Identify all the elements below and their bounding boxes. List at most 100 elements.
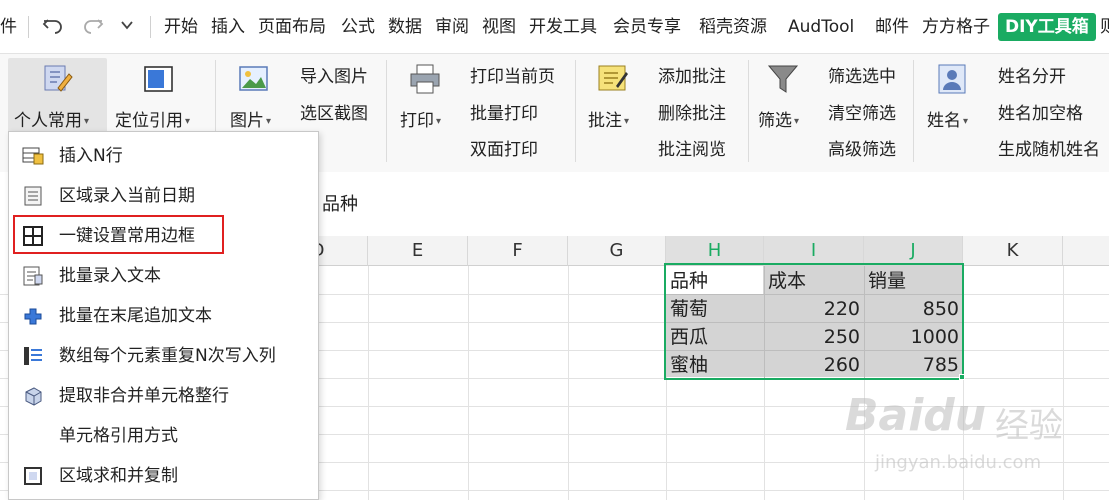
tab-home[interactable]: 开始 (164, 15, 198, 39)
comment-label: 批注 (588, 111, 622, 131)
tab-mail[interactable]: 邮件 (875, 15, 909, 39)
menu-item-extract-rows[interactable]: 提取非合并单元格整行 (9, 376, 318, 416)
add-comment-button[interactable]: 添加批注 (658, 66, 726, 88)
plus-icon (22, 306, 44, 326)
menu-item-set-borders[interactable]: 一键设置常用边框 (9, 215, 318, 256)
column-header-k[interactable]: K (963, 236, 1063, 266)
column-line (468, 266, 469, 500)
personal-common-dropdown: 插入N行 区域录入当前日期 一键设置常用边框 批量录入文本 批量在末尾追加文本 … (8, 131, 319, 500)
menu-item-label: 批量录入文本 (59, 266, 161, 286)
split-name-button[interactable]: 姓名分开 (998, 66, 1066, 88)
menu-item-repeat-to-column[interactable]: 数组每个元素重复N次写入列 (9, 336, 318, 376)
caret-down-icon: ▾ (963, 115, 969, 127)
print-label: 打印 (400, 111, 434, 131)
cube-icon (22, 386, 44, 406)
redo-icon[interactable] (82, 14, 104, 41)
menu-item-batch-enter-text[interactable]: 批量录入文本 (9, 256, 318, 296)
selection-border (664, 263, 964, 380)
calendar-sheet-icon (22, 186, 44, 206)
menu-item-insert-n-rows[interactable]: 插入N行 (9, 136, 318, 176)
print-current-page-button[interactable]: 打印当前页 (470, 66, 555, 88)
column-header-g[interactable]: G (568, 236, 666, 266)
text-input-icon (22, 266, 44, 286)
personal-common-button[interactable]: 个人常用 ▾ (8, 60, 107, 138)
border-grid-icon (22, 226, 44, 246)
tab-developer[interactable]: 开发工具 (529, 15, 597, 39)
tab-docer[interactable]: 稻壳资源 (699, 15, 767, 39)
printer-icon (408, 62, 442, 96)
menu-item-append-text[interactable]: 批量在末尾追加文本 (9, 296, 318, 336)
comment-button[interactable]: 批注 ▾ (582, 60, 644, 138)
column-header-e[interactable]: E (368, 236, 468, 266)
menu-item-cell-reference-mode[interactable]: 单元格引用方式 (9, 416, 318, 456)
tab-data[interactable]: 数据 (388, 15, 422, 39)
insert-rows-icon (22, 146, 44, 166)
menu-item-label: 数组每个元素重复N次写入列 (59, 346, 276, 366)
tab-audtool[interactable]: AudTool (788, 15, 854, 39)
filter-button[interactable]: 筛选 ▾ (752, 60, 814, 138)
caret-down-icon: ▾ (624, 115, 630, 127)
tab-member[interactable]: 会员专享 (613, 15, 681, 39)
selection-screenshot-button[interactable]: 选区截图 (300, 103, 368, 125)
name-add-space-button[interactable]: 姓名加空格 (998, 103, 1083, 125)
menu-item-label: 一键设置常用边框 (59, 226, 195, 246)
delete-comment-button[interactable]: 删除批注 (658, 103, 726, 125)
menu-item-enter-current-date[interactable]: 区域录入当前日期 (9, 176, 318, 216)
caret-down-icon: ▾ (84, 115, 90, 127)
edit-note-icon (40, 62, 74, 96)
funnel-icon (766, 62, 800, 96)
undo-icon[interactable] (42, 14, 64, 41)
tab-formulas[interactable]: 公式 (341, 15, 375, 39)
divider (386, 60, 387, 162)
import-picture-button[interactable]: 导入图片 (300, 66, 368, 88)
menu-partial-right[interactable]: 则 (1100, 15, 1109, 39)
tab-ffcell[interactable]: 方方格子 (922, 15, 990, 39)
name-button[interactable]: 姓名 ▾ (921, 60, 983, 138)
caret-down-icon: ▾ (266, 115, 272, 127)
menu-item-label: 单元格引用方式 (59, 426, 178, 446)
menu-item-sum-and-copy[interactable]: 区域求和并复制 (9, 456, 318, 496)
column-header-f[interactable]: F (468, 236, 568, 266)
random-name-button[interactable]: 生成随机姓名 (998, 139, 1100, 161)
menu-partial-file[interactable]: 件 (0, 15, 17, 39)
duplex-print-button[interactable]: 双面打印 (470, 139, 538, 161)
chevron-down-icon[interactable] (120, 16, 134, 37)
menu-bar: 件 开始 插入 页面布局 公式 数据 审阅 视图 开发工具 会员专享 稻壳资源 … (0, 0, 1109, 54)
comment-review-button[interactable]: 批注阅览 (658, 139, 726, 161)
square-icon (22, 466, 44, 486)
personal-common-label: 个人常用 (14, 111, 82, 131)
tab-review[interactable]: 审阅 (435, 15, 469, 39)
locate-reference-button[interactable]: 定位引用 ▾ (110, 60, 202, 138)
caret-down-icon: ▾ (185, 115, 191, 127)
filter-selected-button[interactable]: 筛选选中 (828, 66, 896, 88)
column-header-h[interactable]: H (666, 236, 764, 266)
menu-item-label: 插入N行 (59, 146, 123, 166)
tab-page-layout[interactable]: 页面布局 (258, 15, 326, 39)
picture-icon (237, 62, 271, 96)
person-card-icon (935, 62, 969, 96)
column-header-i[interactable]: I (764, 236, 864, 266)
batch-print-button[interactable]: 批量打印 (470, 103, 538, 125)
menu-item-label: 批量在末尾追加文本 (59, 306, 212, 326)
divider (575, 60, 576, 162)
advanced-filter-button[interactable]: 高级筛选 (828, 139, 896, 161)
name-label: 姓名 (927, 111, 961, 131)
print-button[interactable]: 打印 ▾ (394, 60, 456, 138)
baidu-watermark: Baidu 经验 jingyan.baidu.com (845, 380, 1075, 490)
watermark-cn: 经验 (995, 406, 1063, 446)
locate-reference-label: 定位引用 (115, 111, 183, 131)
window-icon (142, 62, 176, 96)
tab-view[interactable]: 视图 (482, 15, 516, 39)
watermark-brand: Baidu (845, 390, 987, 441)
column-header-next[interactable] (1063, 236, 1109, 266)
caret-down-icon: ▾ (794, 115, 800, 127)
clear-filter-button[interactable]: 清空筛选 (828, 103, 896, 125)
column-header-j[interactable]: J (864, 236, 963, 266)
tab-insert[interactable]: 插入 (211, 15, 245, 39)
caret-down-icon: ▾ (436, 115, 442, 127)
formula-bar-content[interactable]: 品种 (322, 190, 358, 216)
tab-diy-toolbox[interactable]: DIY工具箱 (998, 13, 1096, 41)
picture-button[interactable]: 图片 ▾ (223, 60, 285, 138)
repeat-column-icon (22, 346, 44, 366)
picture-label: 图片 (230, 111, 264, 131)
